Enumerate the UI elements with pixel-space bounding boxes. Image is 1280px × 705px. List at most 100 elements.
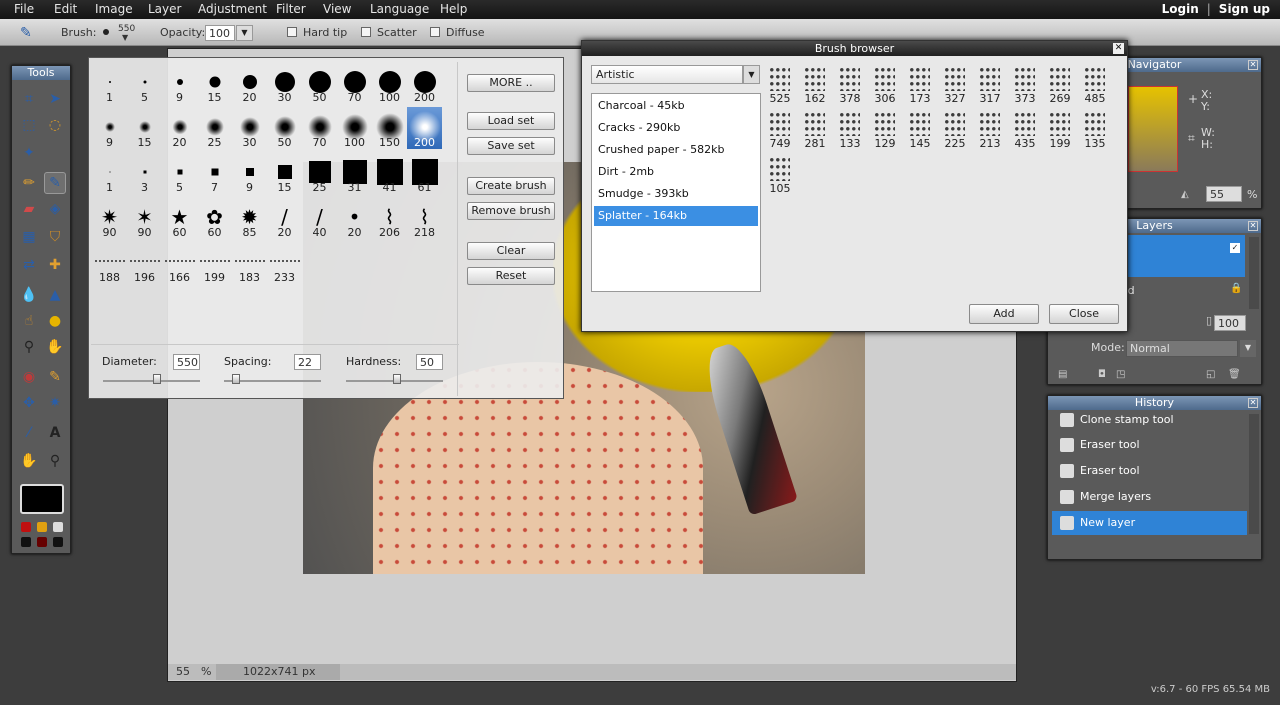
hardness-input[interactable]: 50 — [416, 354, 443, 370]
menu-layer[interactable]: Layer — [148, 2, 181, 16]
scatter-checkbox[interactable] — [361, 27, 371, 37]
layer-visible-checkbox[interactable]: ✓ — [1230, 243, 1240, 253]
brush-preset[interactable]: 9 — [92, 107, 127, 149]
brush-preset[interactable]: 25 — [197, 107, 232, 149]
layers-scrollbar[interactable] — [1249, 237, 1259, 309]
layer-mask-icon[interactable]: ◘ — [1098, 369, 1106, 380]
brush-preset[interactable]: 5 — [162, 152, 197, 194]
brush-preset[interactable]: 1 — [92, 62, 127, 104]
spacing-input[interactable]: 22 — [294, 354, 321, 370]
save-set-button[interactable]: Save set — [467, 137, 555, 155]
category-dropdown-icon[interactable]: ▼ — [743, 65, 760, 84]
heal-tool-icon[interactable]: ✚ — [44, 254, 66, 276]
sponge-tool-icon[interactable]: ● — [44, 310, 66, 332]
brush-preset[interactable]: 70 — [302, 107, 337, 149]
eraser-tool-icon[interactable]: ▰ — [18, 198, 40, 220]
brush-preset[interactable]: 50 — [302, 62, 337, 104]
menu-help[interactable]: Help — [440, 2, 467, 16]
brush-thumbnail[interactable]: 105 — [763, 153, 797, 195]
brush-browser-close-icon[interactable]: ✕ — [1113, 43, 1124, 54]
brush-preset[interactable]: ✿ 60 — [197, 197, 232, 239]
brush-preset[interactable]: 9 — [232, 152, 267, 194]
brush-preset[interactable]: 9 — [162, 62, 197, 104]
login-link[interactable]: Login — [1162, 2, 1199, 16]
brush-thumbnail[interactable]: 749 — [763, 108, 797, 150]
new-layer-icon[interactable]: ◱ — [1206, 369, 1215, 380]
brush-preset[interactable]: 188 — [92, 242, 127, 284]
brush-preset[interactable]: • 20 — [337, 197, 372, 239]
brush-preset[interactable]: 200 — [407, 107, 442, 149]
brush-thumbnail[interactable]: 162 — [798, 63, 832, 105]
navigator-close-icon[interactable]: ✕ — [1248, 60, 1258, 70]
brush-preset[interactable]: 41 — [372, 152, 407, 194]
category-select[interactable]: Artistic — [591, 65, 743, 84]
zoom-slider-icon[interactable]: ◭ — [1181, 189, 1189, 200]
brush-thumbnail[interactable]: 378 — [833, 63, 867, 105]
brush-thumbnail[interactable]: 525 — [763, 63, 797, 105]
brush-preset[interactable]: 200 — [407, 62, 442, 104]
navigator-thumbnail[interactable] — [1128, 86, 1178, 172]
brush-thumbnail[interactable]: 225 — [938, 108, 972, 150]
pinch-tool-icon[interactable]: ✷ — [44, 392, 66, 414]
smudge-tool-icon[interactable]: ☝ — [18, 310, 40, 332]
history-item-selected[interactable]: New layer — [1052, 511, 1247, 535]
close-button[interactable]: Close — [1049, 304, 1119, 324]
menu-file[interactable]: File — [14, 2, 34, 16]
diameter-slider[interactable] — [103, 380, 200, 382]
brush-thumbnail[interactable]: 373 — [1008, 63, 1042, 105]
hardness-slider-handle[interactable] — [393, 374, 401, 384]
brush-thumbnail[interactable]: 281 — [798, 108, 832, 150]
list-item[interactable]: Dirt - 2mb — [594, 162, 758, 182]
opacity-input[interactable]: 100 — [205, 25, 235, 41]
color-swatch-darkred[interactable] — [37, 537, 47, 547]
brush-preset[interactable]: 3 — [127, 152, 162, 194]
marquee-tool-icon[interactable]: ⬚ — [18, 114, 40, 136]
blend-mode-dropdown-icon[interactable]: ▼ — [1240, 340, 1256, 357]
brush-preset[interactable]: 199 — [197, 242, 232, 284]
add-button[interactable]: Add — [969, 304, 1039, 324]
brush-preset[interactable]: 166 — [162, 242, 197, 284]
history-item[interactable]: Merge layers — [1052, 485, 1247, 509]
red-eye-tool-icon[interactable]: ◉ — [18, 366, 40, 388]
wand-tool-icon[interactable]: ✦ — [18, 142, 40, 164]
clear-button[interactable]: Clear — [467, 242, 555, 260]
color-swatch-gray[interactable] — [53, 522, 63, 532]
brush-preset[interactable]: ✹ 85 — [232, 197, 267, 239]
list-item[interactable]: Smudge - 393kb — [594, 184, 758, 204]
brush-preview-icon[interactable] — [103, 29, 109, 35]
hard-tip-checkbox[interactable] — [287, 27, 297, 37]
menu-image[interactable]: Image — [95, 2, 133, 16]
color-swatch-black[interactable] — [21, 537, 31, 547]
dodge-tool-icon[interactable]: ⚲ — [18, 336, 40, 358]
history-item[interactable]: Eraser tool — [1052, 459, 1247, 483]
bloat-tool-icon[interactable]: ✥ — [18, 392, 40, 414]
list-item[interactable]: Crushed paper - 582kb — [594, 140, 758, 160]
brush-tool-icon[interactable]: ✎ — [44, 172, 66, 194]
burn-tool-icon[interactable]: ✋ — [44, 336, 66, 358]
layer-opacity-input[interactable]: 100 — [1214, 315, 1246, 331]
brush-thumbnail[interactable]: 485 — [1078, 63, 1112, 105]
opacity-slider-handle[interactable]: ▯ — [1206, 314, 1212, 327]
history-item[interactable]: Clone stamp tool — [1052, 408, 1247, 432]
spacing-slider-handle[interactable] — [232, 374, 240, 384]
menu-language[interactable]: Language — [370, 2, 429, 16]
navigator-zoom-input[interactable]: 55 — [1206, 186, 1242, 202]
blend-mode-select[interactable]: Normal — [1126, 340, 1238, 357]
type-tool-icon[interactable]: A — [44, 422, 66, 444]
brush-preset[interactable]: ⌇ 206 — [372, 197, 407, 239]
brush-preset[interactable]: ✶ 90 — [127, 197, 162, 239]
layer-settings-icon[interactable]: ▤ — [1058, 369, 1067, 380]
brush-dropdown-icon[interactable]: ▼ — [122, 33, 128, 42]
brush-preset[interactable]: 25 — [302, 152, 337, 194]
list-item-selected[interactable]: Splatter - 164kb — [594, 206, 758, 226]
brush-preset[interactable]: /20 — [267, 197, 302, 239]
diameter-slider-handle[interactable] — [153, 374, 161, 384]
status-zoom[interactable]: 55 — [176, 665, 190, 678]
menu-view[interactable]: View — [323, 2, 351, 16]
brush-preset[interactable]: ✷ 90 — [92, 197, 127, 239]
brush-thumbnail[interactable]: 133 — [833, 108, 867, 150]
brush-preset[interactable]: 50 — [267, 107, 302, 149]
brush-preset[interactable]: 196 — [127, 242, 162, 284]
move-tool-icon[interactable]: ➤ — [44, 88, 66, 110]
history-scrollbar[interactable] — [1249, 414, 1259, 534]
